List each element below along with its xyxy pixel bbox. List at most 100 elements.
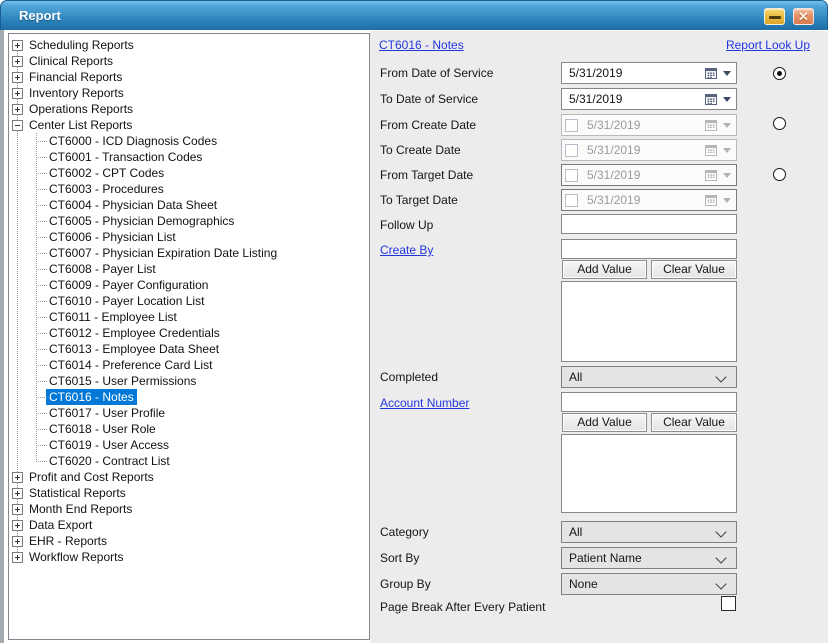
account-clear-value-button[interactable]: Clear Value [651, 413, 737, 432]
date-enable-checkbox[interactable] [565, 169, 578, 182]
create-by-add-value-button[interactable]: Add Value [562, 260, 647, 279]
chevron-down-icon [715, 371, 726, 382]
from-create-date-label: From Create Date [380, 118, 476, 132]
tree-item[interactable]: Data Export [29, 518, 92, 532]
tree-item[interactable]: CT6000 - ICD Diagnosis Codes [49, 134, 217, 148]
tree-item[interactable]: CT6018 - User Role [49, 422, 156, 436]
report-parameters-panel: CT6016 - Notes Report Look Up From Date … [370, 31, 828, 643]
tree-item[interactable]: Scheduling Reports [29, 38, 134, 52]
expand-icon[interactable] [12, 552, 23, 563]
calendar-icon [704, 144, 718, 157]
collapse-icon[interactable] [12, 120, 23, 131]
tree-row: CT6004 - Physician Data Sheet [9, 197, 369, 213]
dropdown-arrow-icon[interactable] [723, 97, 731, 102]
expand-icon[interactable] [12, 472, 23, 483]
tree-item[interactable]: CT6020 - Contract List [49, 454, 170, 468]
create-by-input[interactable] [561, 239, 737, 259]
tree-item[interactable]: CT6011 - Employee List [49, 310, 177, 324]
tree-item[interactable]: CT6012 - Employee Credentials [49, 326, 220, 340]
expand-icon[interactable] [12, 536, 23, 547]
tree-item[interactable]: Center List Reports [29, 118, 132, 132]
tree-item[interactable]: CT6008 - Payer List [49, 262, 156, 276]
tree-children: CT6000 - ICD Diagnosis Codes CT6001 - Tra… [9, 133, 369, 469]
tree-item[interactable]: Workflow Reports [29, 550, 123, 564]
create-by-clear-value-button[interactable]: Clear Value [651, 260, 737, 279]
tree-item[interactable]: Inventory Reports [29, 86, 124, 100]
from-date-of-service-picker[interactable]: 5/31/2019 [561, 62, 737, 84]
tree-item[interactable]: CT6017 - User Profile [49, 406, 165, 420]
tree-item[interactable]: CT6002 - CPT Codes [49, 166, 164, 180]
create-date-radio[interactable] [773, 117, 786, 130]
tree-item[interactable]: Clinical Reports [29, 54, 113, 68]
calendar-icon[interactable] [704, 93, 718, 106]
expand-icon[interactable] [12, 504, 23, 515]
expand-icon[interactable] [12, 88, 23, 99]
tree-item[interactable]: CT6001 - Transaction Codes [49, 150, 202, 164]
tree-row: CT6000 - ICD Diagnosis Codes [9, 133, 369, 149]
follow-up-input[interactable] [561, 214, 737, 234]
minimize-icon [769, 16, 781, 19]
close-icon: ✕ [794, 9, 813, 24]
tree-item[interactable]: CT6013 - Employee Data Sheet [49, 342, 219, 356]
page-break-checkbox[interactable] [721, 596, 736, 611]
category-select[interactable]: All [561, 521, 737, 543]
tree-item[interactable]: CT6014 - Preference Card List [49, 358, 212, 372]
calendar-icon [704, 169, 718, 182]
tree-row: CT6013 - Employee Data Sheet [9, 341, 369, 357]
account-number-input[interactable] [561, 392, 737, 412]
close-button[interactable]: ✕ [793, 8, 814, 25]
tree-item[interactable]: CT6009 - Payer Configuration [49, 278, 208, 292]
report-tree: Scheduling Reports Clinical Reports Financ… [9, 34, 369, 565]
from-target-date-label: From Target Date [380, 168, 473, 182]
minimize-button[interactable] [764, 8, 785, 25]
tree-item[interactable]: CT6004 - Physician Data Sheet [49, 198, 217, 212]
tree-item[interactable]: CT6015 - User Permissions [49, 374, 196, 388]
tree-item[interactable]: Month End Reports [29, 502, 132, 516]
target-date-radio[interactable] [773, 168, 786, 181]
follow-up-label: Follow Up [380, 218, 433, 232]
tree-row: CT6016 - Notes [9, 389, 369, 405]
account-number-list[interactable] [561, 434, 737, 513]
tree-item[interactable]: Statistical Reports [29, 486, 126, 500]
calendar-icon[interactable] [704, 67, 718, 80]
tree-item[interactable]: Financial Reports [29, 70, 122, 84]
tree-item[interactable]: CT6007 - Physician Expiration Date Listi… [49, 246, 277, 260]
to-date-of-service-picker[interactable]: 5/31/2019 [561, 88, 737, 110]
date-of-service-radio[interactable] [773, 67, 786, 80]
tree-item[interactable]: CT6003 - Procedures [49, 182, 164, 196]
date-enable-checkbox[interactable] [565, 119, 578, 132]
create-by-link[interactable]: Create By [380, 243, 433, 257]
expand-icon[interactable] [12, 104, 23, 115]
expand-icon[interactable] [12, 56, 23, 67]
completed-select[interactable]: All [561, 366, 737, 388]
expand-icon[interactable] [12, 488, 23, 499]
expand-icon[interactable] [12, 40, 23, 51]
to-date-of-service-label: To Date of Service [380, 92, 478, 106]
selected-report-link[interactable]: CT6016 - Notes [379, 38, 464, 52]
tree-row: CT6005 - Physician Demographics [9, 213, 369, 229]
tree-item-selected[interactable]: CT6016 - Notes [46, 389, 137, 405]
expand-icon[interactable] [12, 520, 23, 531]
account-number-link[interactable]: Account Number [380, 396, 469, 410]
tree-item[interactable]: CT6005 - Physician Demographics [49, 214, 234, 228]
tree-row: Month End Reports [9, 501, 369, 517]
date-enable-checkbox[interactable] [565, 144, 578, 157]
tree-item[interactable]: Operations Reports [29, 102, 133, 116]
create-by-list[interactable] [561, 281, 737, 362]
expand-icon[interactable] [12, 72, 23, 83]
dropdown-arrow-icon[interactable] [723, 71, 731, 76]
sort-by-label: Sort By [380, 551, 419, 565]
tree-item[interactable]: CT6010 - Payer Location List [49, 294, 204, 308]
sort-by-select[interactable]: Patient Name [561, 547, 737, 569]
date-enable-checkbox[interactable] [565, 194, 578, 207]
report-look-up-link[interactable]: Report Look Up [726, 38, 810, 52]
tree-item[interactable]: CT6019 - User Access [49, 438, 169, 452]
date-value: 5/31/2019 [587, 143, 699, 157]
group-by-select[interactable]: None [561, 573, 737, 595]
tree-item[interactable]: EHR - Reports [29, 534, 107, 548]
account-add-value-button[interactable]: Add Value [562, 413, 647, 432]
window-left-border [0, 30, 4, 643]
tree-item[interactable]: Profit and Cost Reports [29, 470, 154, 484]
tree-item[interactable]: CT6006 - Physician List [49, 230, 176, 244]
tree-row: CT6014 - Preference Card List [9, 357, 369, 373]
